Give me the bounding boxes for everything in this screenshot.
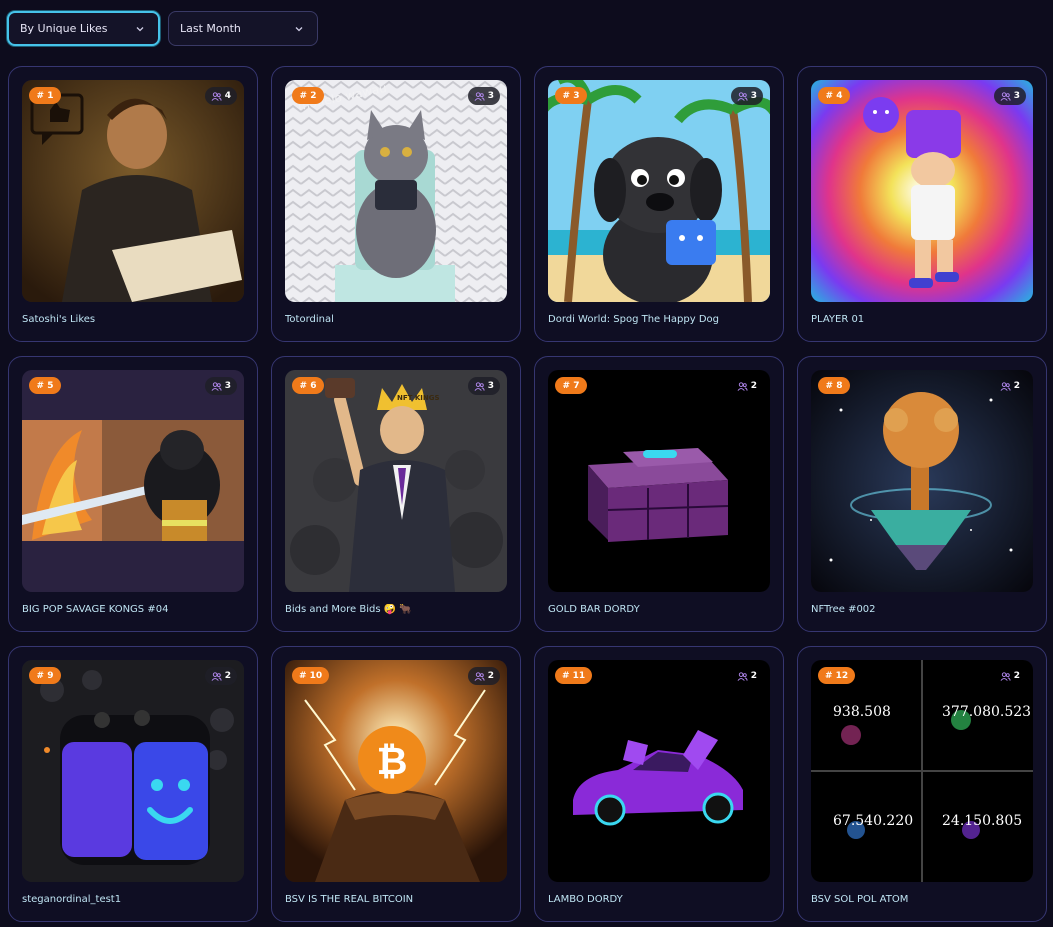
- nft-image: # 8 2: [811, 370, 1033, 592]
- users-icon: [474, 91, 485, 101]
- nft-image: 938.508 377.080.523 67.540.220 24.150.80…: [811, 660, 1033, 882]
- likes-count: 3: [1013, 91, 1020, 101]
- users-icon: [737, 671, 748, 681]
- unique-likes-badge: 2: [731, 667, 763, 685]
- likes-count: 2: [1013, 671, 1020, 681]
- nft-card[interactable]: modelo wawau # 2 3 Totordinal: [271, 66, 521, 342]
- nft-title: BIG POP SAVAGE KONGS #04: [22, 604, 169, 615]
- unique-likes-badge: 2: [994, 667, 1026, 685]
- nft-image: # 9 2: [22, 660, 244, 882]
- users-icon: [1000, 91, 1011, 101]
- users-icon: [211, 381, 222, 391]
- nft-card[interactable]: 938.508 377.080.523 67.540.220 24.150.80…: [797, 646, 1047, 922]
- unique-likes-badge: 2: [731, 377, 763, 395]
- nft-card[interactable]: # 11 2 LAMBO DORDY: [534, 646, 784, 922]
- nft-card[interactable]: # 8 2 NFTree #002: [797, 356, 1047, 632]
- nft-title: Bids and More Bids 🤪 🐂: [285, 604, 412, 615]
- unique-likes-badge: 3: [467, 377, 500, 395]
- sort-by-select[interactable]: By Unique Likes: [7, 11, 160, 46]
- nft-image: ₿ # 10 2: [285, 660, 507, 882]
- rank-badge: # 4: [818, 87, 850, 104]
- nft-title: NFTree #002: [811, 604, 876, 615]
- nft-title: Dordi World: Spog The Happy Dog: [548, 314, 719, 325]
- unique-likes-badge: 3: [730, 87, 763, 105]
- svg-text:₿: ₿: [377, 739, 408, 783]
- nft-card[interactable]: # 1 4 Satoshi's Likes: [8, 66, 258, 342]
- chevron-down-icon: [136, 26, 144, 31]
- nft-title: LAMBO DORDY: [548, 894, 623, 905]
- likes-count: 3: [224, 381, 231, 391]
- likes-count: 2: [1013, 381, 1020, 391]
- nft-grid: # 1 4 Satoshi's Likes modelo wawau # 2 3…: [8, 66, 1047, 922]
- pol-stat: 67.540.220: [833, 813, 914, 829]
- likes-count: 2: [487, 671, 494, 681]
- users-icon: [1000, 381, 1011, 391]
- time-period-label: Last Month: [180, 22, 241, 35]
- rank-badge: # 3: [555, 87, 587, 104]
- nft-card[interactable]: # 7 2 GOLD BAR DORDY: [534, 356, 784, 632]
- likes-count: 3: [750, 91, 757, 101]
- rank-badge: # 2: [292, 87, 324, 104]
- likes-count: 4: [224, 91, 231, 101]
- nft-title: GOLD BAR DORDY: [548, 604, 640, 615]
- nft-title: BSV SOL POL ATOM: [811, 894, 909, 905]
- nft-image: # 4 3: [811, 80, 1033, 302]
- users-icon: [737, 91, 748, 101]
- users-icon: [211, 671, 222, 681]
- nft-image: NFT KINGS # 6 3: [285, 370, 507, 592]
- users-icon: [737, 381, 748, 391]
- rank-badge: # 5: [29, 377, 61, 394]
- nft-card[interactable]: NFT KINGS # 6 3 Bids and More Bids 🤪 🐂: [271, 356, 521, 632]
- users-icon: [1000, 671, 1011, 681]
- nft-title: Totordinal: [285, 314, 334, 325]
- nft-image: # 11 2: [548, 660, 770, 882]
- rank-badge: # 9: [29, 667, 61, 684]
- nft-title: Satoshi's Likes: [22, 314, 96, 325]
- nft-title: BSV IS THE REAL BITCOIN: [285, 894, 414, 905]
- nft-image: # 1 4: [22, 80, 244, 302]
- unique-likes-badge: 3: [993, 87, 1026, 105]
- nft-card[interactable]: # 4 3 PLAYER 01: [797, 66, 1047, 342]
- rank-badge: # 8: [818, 377, 850, 394]
- unique-likes-badge: 2: [204, 667, 237, 685]
- nft-image: # 7 2: [548, 370, 770, 592]
- nft-image: # 3 3: [548, 80, 770, 302]
- crown-text: NFT KINGS: [397, 394, 440, 402]
- filter-toolbar: By Unique Likes Last Month: [7, 11, 318, 46]
- chevron-down-icon: [295, 26, 303, 31]
- likes-count: 2: [750, 381, 757, 391]
- users-icon: [211, 91, 222, 101]
- nft-title: PLAYER 01: [811, 314, 865, 325]
- rank-badge: # 7: [555, 377, 587, 394]
- users-icon: [474, 381, 485, 391]
- rank-badge: # 1: [29, 87, 61, 104]
- nft-title: steganordinal_test1: [22, 894, 122, 905]
- rank-badge: # 10: [292, 667, 330, 684]
- rank-badge: # 11: [555, 667, 593, 684]
- bsv-stat: 938.508: [833, 704, 891, 720]
- atom-stat: 24.150.805: [942, 813, 1023, 829]
- likes-count: 3: [487, 381, 494, 391]
- nft-image: modelo wawau # 2 3: [285, 80, 507, 302]
- users-icon: [474, 671, 485, 681]
- nft-card[interactable]: # 5 3 BIG POP SAVAGE KONGS #04: [8, 356, 258, 632]
- likes-count: 2: [224, 671, 231, 681]
- likes-count: 3: [487, 91, 494, 101]
- time-period-select[interactable]: Last Month: [168, 11, 318, 46]
- unique-likes-badge: 2: [467, 667, 500, 685]
- sol-stat: 377.080.523: [942, 704, 1032, 720]
- unique-likes-badge: 3: [204, 377, 237, 395]
- nft-image: # 5 3: [22, 370, 244, 592]
- unique-likes-badge: 2: [994, 377, 1026, 395]
- nft-card[interactable]: # 9 2 steganordinal_test1: [8, 646, 258, 922]
- sort-by-label: By Unique Likes: [20, 22, 108, 35]
- unique-likes-badge: 3: [467, 87, 500, 105]
- likes-count: 2: [750, 671, 757, 681]
- rank-badge: # 12: [818, 667, 856, 684]
- unique-likes-badge: 4: [204, 87, 237, 105]
- nft-card[interactable]: ₿ # 10 2 BSV IS THE REAL BITCOIN: [271, 646, 521, 922]
- nft-card[interactable]: # 3 3 Dordi World: Spog The Happy Dog: [534, 66, 784, 342]
- rank-badge: # 6: [292, 377, 324, 394]
